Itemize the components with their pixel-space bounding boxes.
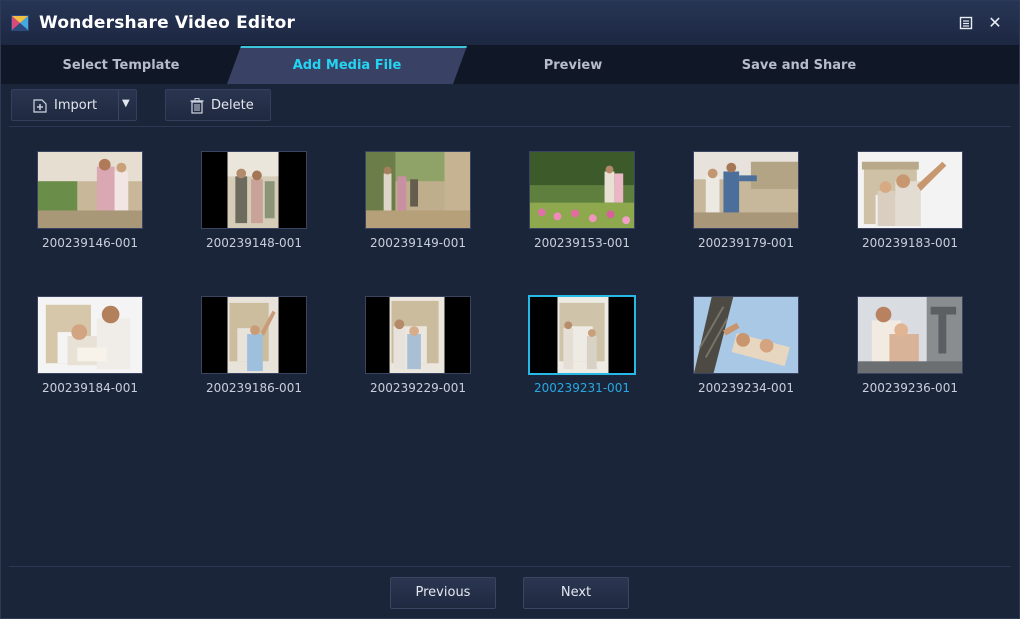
title-bar[interactable]: Wondershare Video Editor ✕ bbox=[1, 1, 1019, 46]
photo-thumbnail-image bbox=[694, 152, 798, 228]
media-thumbnail[interactable] bbox=[365, 151, 471, 229]
media-name[interactable]: 200239153-001 bbox=[512, 236, 652, 250]
app-window: Wondershare Video Editor ✕ Select Templa… bbox=[0, 0, 1020, 619]
media-thumbnail-selected[interactable] bbox=[528, 295, 636, 375]
media-grid: 200239146-001 200239148-001 200239149-00… bbox=[9, 131, 1011, 563]
media-name[interactable]: 200239146-001 bbox=[20, 236, 160, 250]
photo-thumbnail-image bbox=[694, 297, 798, 373]
toolbar: Import ▼ Delete bbox=[1, 85, 1019, 125]
media-thumbnail[interactable] bbox=[365, 296, 471, 374]
media-name[interactable]: 200239186-001 bbox=[184, 381, 324, 395]
media-thumbnail[interactable] bbox=[857, 296, 963, 374]
media-name[interactable]: 200239229-001 bbox=[348, 381, 488, 395]
media-name[interactable]: 200239234-001 bbox=[676, 381, 816, 395]
media-thumbnail[interactable] bbox=[37, 296, 143, 374]
tab-save-and-share[interactable]: Save and Share bbox=[689, 46, 909, 84]
media-name-selected[interactable]: 200239231-001 bbox=[512, 381, 652, 395]
close-icon[interactable]: ✕ bbox=[985, 13, 1005, 33]
add-file-icon bbox=[33, 99, 47, 113]
photo-thumbnail-image bbox=[38, 152, 142, 228]
media-name[interactable]: 200239148-001 bbox=[184, 236, 324, 250]
footer-divider bbox=[9, 566, 1011, 567]
toolbar-divider bbox=[9, 126, 1011, 127]
trash-icon bbox=[190, 98, 204, 114]
media-name[interactable]: 200239236-001 bbox=[840, 381, 980, 395]
media-thumbnail[interactable] bbox=[693, 151, 799, 229]
photo-thumbnail-image bbox=[530, 152, 634, 228]
next-button[interactable]: Next bbox=[523, 577, 629, 609]
tab-add-media-file[interactable]: Add Media File bbox=[237, 46, 457, 84]
media-name[interactable]: 200239149-001 bbox=[348, 236, 488, 250]
import-split-divider bbox=[118, 90, 119, 120]
import-button[interactable]: Import ▼ bbox=[11, 89, 137, 121]
photo-thumbnail-image bbox=[858, 152, 962, 228]
app-logo-icon bbox=[11, 15, 29, 31]
photo-thumbnail-image bbox=[38, 297, 142, 373]
photo-thumbnail-image bbox=[366, 152, 470, 228]
media-name[interactable]: 200239179-001 bbox=[676, 236, 816, 250]
tab-preview[interactable]: Preview bbox=[463, 46, 683, 84]
restore-icon[interactable] bbox=[956, 13, 976, 33]
tab-select-template[interactable]: Select Template bbox=[11, 46, 231, 84]
media-thumbnail[interactable] bbox=[693, 296, 799, 374]
dropdown-arrow-icon[interactable]: ▼ bbox=[122, 98, 130, 109]
previous-button[interactable]: Previous bbox=[390, 577, 496, 609]
media-thumbnail[interactable] bbox=[857, 151, 963, 229]
media-name[interactable]: 200239183-001 bbox=[840, 236, 980, 250]
media-thumbnail[interactable] bbox=[201, 151, 307, 229]
media-thumbnail[interactable] bbox=[201, 296, 307, 374]
photo-thumbnail-image bbox=[202, 152, 306, 228]
delete-label: Delete bbox=[211, 98, 254, 113]
window-title: Wondershare Video Editor bbox=[39, 13, 296, 33]
import-label: Import bbox=[54, 98, 98, 113]
media-thumbnail[interactable] bbox=[529, 151, 635, 229]
media-thumbnail[interactable] bbox=[37, 151, 143, 229]
photo-thumbnail-image bbox=[366, 297, 470, 373]
photo-thumbnail-image bbox=[530, 297, 634, 373]
step-tabs: Select Template Add Media File Preview S… bbox=[1, 46, 1019, 84]
media-name[interactable]: 200239184-001 bbox=[20, 381, 160, 395]
delete-button[interactable]: Delete bbox=[165, 89, 271, 121]
photo-thumbnail-image bbox=[202, 297, 306, 373]
photo-thumbnail-image bbox=[858, 297, 962, 373]
